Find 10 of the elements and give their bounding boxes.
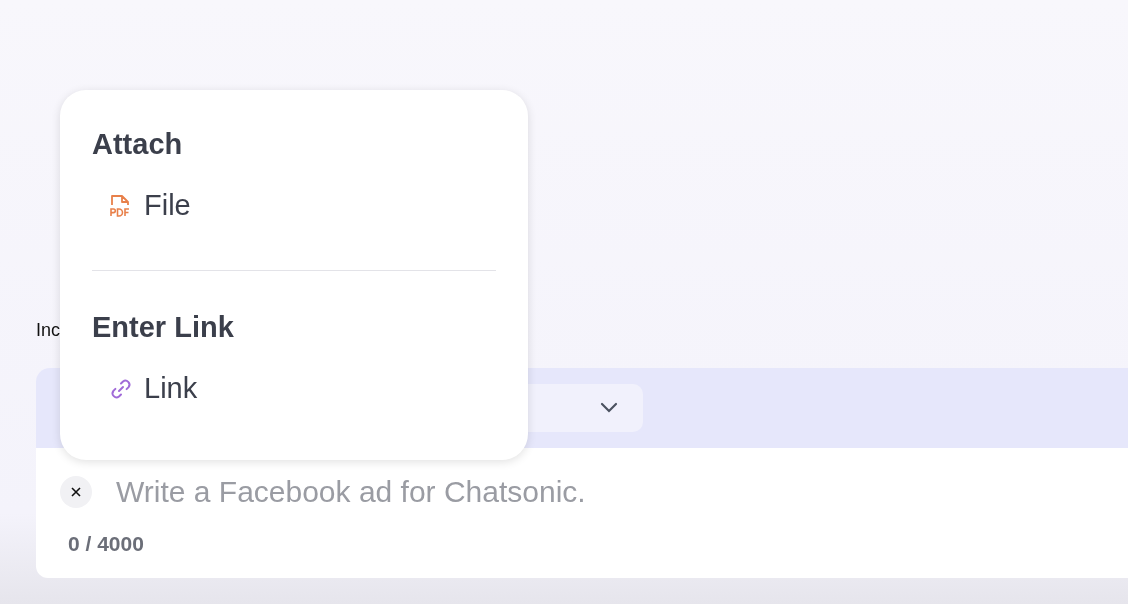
prompt-input[interactable]: Write a Facebook ad for Chatsonic. — [114, 474, 918, 510]
menu-item[interactable]: Link — [108, 372, 198, 405]
chevron-down-icon — [599, 402, 619, 414]
close-icon — [70, 486, 82, 498]
close-button[interactable] — [60, 476, 92, 508]
section-heading: Attach — [92, 128, 184, 161]
character-counter: 0 / 4000 — [68, 532, 145, 556]
menu-item[interactable]: File — [108, 189, 191, 222]
field-label: Inc — [36, 319, 60, 342]
section-heading: Enter Link — [92, 311, 235, 344]
